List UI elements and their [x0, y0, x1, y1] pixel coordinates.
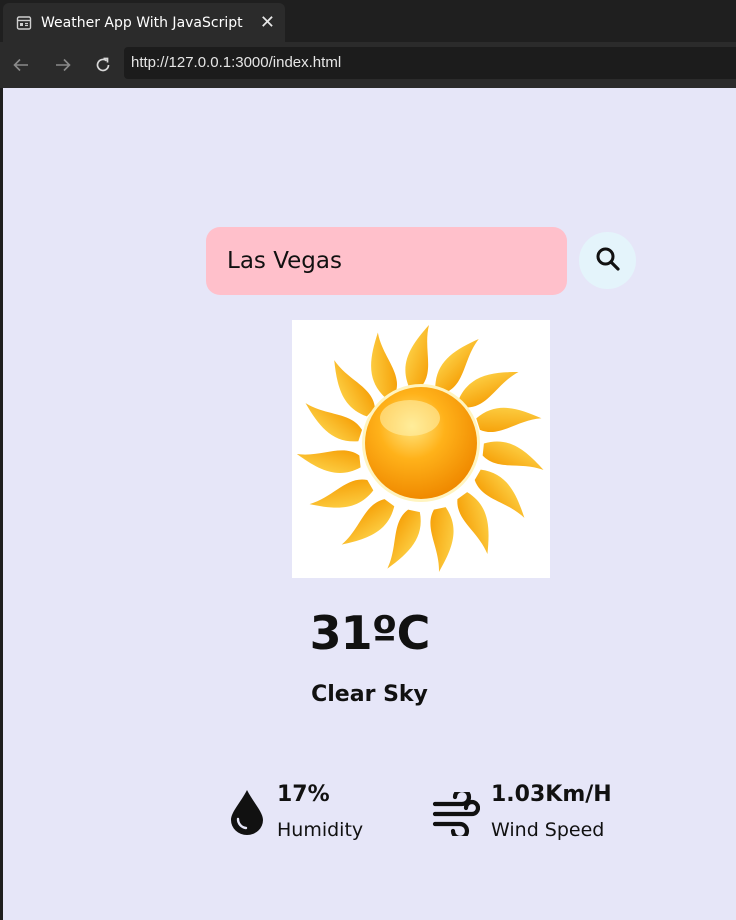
- search-icon: [595, 246, 621, 276]
- page-icon: [15, 14, 33, 32]
- wind-icon: [432, 787, 481, 841]
- wind-speed-label: Wind Speed: [491, 819, 605, 841]
- page-viewport: 31ºC Clear Sky 17% Humidity 1.03Km/H Win…: [3, 88, 736, 920]
- weather-image: [292, 320, 550, 578]
- browser-tabbar: Weather App With JavaScript ✕: [0, 0, 736, 42]
- browser-tab[interactable]: Weather App With JavaScript ✕: [3, 3, 285, 42]
- back-arrow-icon[interactable]: [8, 52, 34, 78]
- water-drop-icon: [229, 788, 265, 836]
- humidity-value: 17%: [277, 782, 330, 807]
- forward-arrow-icon[interactable]: [50, 52, 76, 78]
- close-icon[interactable]: ✕: [260, 12, 275, 33]
- city-search-input[interactable]: [206, 227, 567, 295]
- tab-title: Weather App With JavaScript: [41, 14, 243, 31]
- sun-icon: [296, 325, 546, 574]
- reload-icon[interactable]: [90, 52, 116, 78]
- search-button[interactable]: [579, 232, 636, 289]
- humidity-label: Humidity: [277, 819, 364, 841]
- wind-speed-value: 1.03Km/H: [491, 782, 612, 807]
- weather-condition: Clear Sky: [311, 682, 428, 707]
- temperature: 31ºC: [309, 606, 431, 660]
- address-bar[interactable]: http://127.0.0.1:3000/index.html: [124, 47, 736, 79]
